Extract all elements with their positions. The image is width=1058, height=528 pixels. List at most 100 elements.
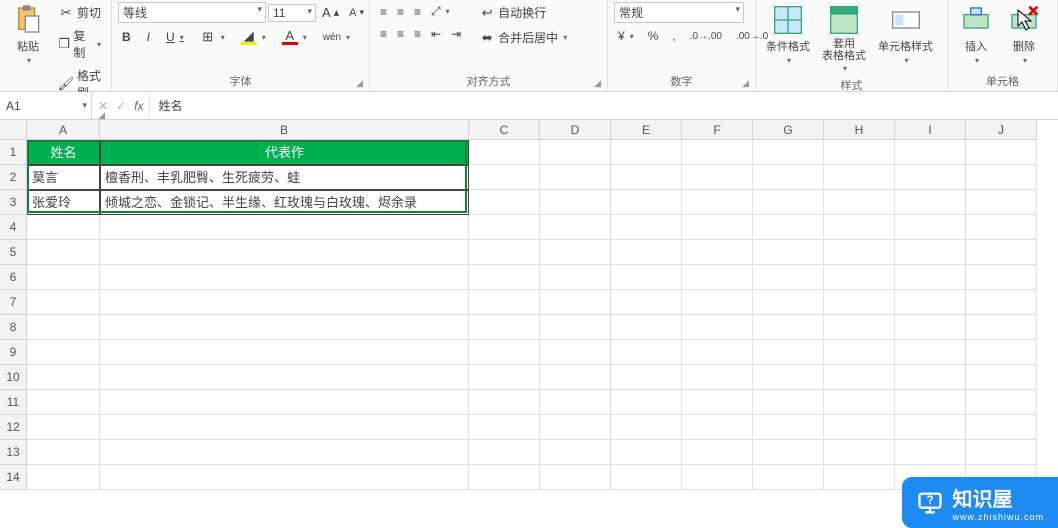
column-header[interactable]: F xyxy=(682,120,753,140)
cell[interactable] xyxy=(27,290,100,315)
cell[interactable] xyxy=(824,165,895,190)
cell-styles-button[interactable]: 单元格样式▾ xyxy=(874,2,937,67)
column-header[interactable]: B xyxy=(100,120,469,140)
cell[interactable] xyxy=(27,215,100,240)
cell[interactable] xyxy=(611,390,682,415)
row-header[interactable]: 8 xyxy=(0,315,27,340)
wrap-text-button[interactable]: ↩自动换行 xyxy=(475,2,571,23)
cell[interactable] xyxy=(895,365,966,390)
cell[interactable] xyxy=(100,340,469,365)
cell[interactable] xyxy=(966,290,1037,315)
cell[interactable] xyxy=(753,215,824,240)
conditional-format-button[interactable]: 条件格式▾ xyxy=(762,2,814,67)
align-middle-button[interactable]: ≡ xyxy=(393,3,408,21)
cell[interactable] xyxy=(27,390,100,415)
column-header[interactable]: A xyxy=(27,120,100,140)
cell[interactable] xyxy=(966,390,1037,415)
cell[interactable] xyxy=(824,415,895,440)
cell[interactable] xyxy=(895,440,966,465)
cell[interactable] xyxy=(966,365,1037,390)
row-header[interactable]: 2 xyxy=(0,165,27,190)
cell[interactable] xyxy=(611,165,682,190)
cell[interactable] xyxy=(100,390,469,415)
cell[interactable] xyxy=(540,165,611,190)
cell[interactable] xyxy=(753,415,824,440)
cell[interactable]: 檀香刑、丰乳肥臀、生死疲劳、蛙 xyxy=(100,165,469,190)
cell[interactable] xyxy=(27,240,100,265)
cell[interactable] xyxy=(824,340,895,365)
cell[interactable] xyxy=(966,140,1037,165)
cell[interactable] xyxy=(611,290,682,315)
insert-button[interactable]: 插入▾ xyxy=(954,2,998,67)
cell[interactable] xyxy=(540,140,611,165)
name-box[interactable]: A1 xyxy=(0,92,92,119)
cell[interactable] xyxy=(469,340,540,365)
cell[interactable] xyxy=(824,240,895,265)
cell[interactable] xyxy=(966,265,1037,290)
column-header[interactable]: D xyxy=(540,120,611,140)
phonetic-button[interactable]: wén▾ xyxy=(319,30,354,45)
cell[interactable] xyxy=(895,390,966,415)
row-header[interactable]: 10 xyxy=(0,365,27,390)
cell[interactable] xyxy=(100,290,469,315)
cell[interactable]: 代表作 xyxy=(100,140,469,165)
cell[interactable] xyxy=(100,415,469,440)
cell[interactable] xyxy=(895,415,966,440)
cell[interactable] xyxy=(895,240,966,265)
merge-center-button[interactable]: ⬌合并后居中▾ xyxy=(475,27,571,48)
cell[interactable] xyxy=(824,290,895,315)
cell[interactable] xyxy=(966,315,1037,340)
comma-button[interactable]: , xyxy=(668,27,679,45)
cell[interactable] xyxy=(895,165,966,190)
cell[interactable] xyxy=(100,240,469,265)
cell[interactable] xyxy=(611,365,682,390)
cell[interactable] xyxy=(100,265,469,290)
cell[interactable] xyxy=(540,340,611,365)
cell[interactable] xyxy=(824,365,895,390)
cell[interactable] xyxy=(895,290,966,315)
row-header[interactable]: 14 xyxy=(0,465,27,490)
cell[interactable] xyxy=(100,440,469,465)
cell[interactable] xyxy=(753,365,824,390)
font-size-select[interactable]: 11 xyxy=(268,4,316,22)
row-header[interactable]: 9 xyxy=(0,340,27,365)
cell[interactable] xyxy=(753,315,824,340)
delete-button[interactable]: 删除▾ xyxy=(1002,2,1046,67)
cell[interactable] xyxy=(469,215,540,240)
cell[interactable] xyxy=(682,265,753,290)
cell[interactable] xyxy=(895,340,966,365)
dialog-launcher-icon[interactable]: ◢ xyxy=(356,78,363,89)
cell[interactable]: 姓名 xyxy=(27,140,100,165)
cell[interactable] xyxy=(753,440,824,465)
cell[interactable] xyxy=(895,315,966,340)
cell[interactable] xyxy=(682,340,753,365)
cell[interactable] xyxy=(753,465,824,490)
cell[interactable] xyxy=(682,290,753,315)
decrease-font-button[interactable]: A▾ xyxy=(345,5,368,21)
cell[interactable] xyxy=(824,190,895,215)
cell[interactable] xyxy=(824,440,895,465)
cell[interactable] xyxy=(611,265,682,290)
cell[interactable] xyxy=(682,365,753,390)
cell[interactable] xyxy=(27,415,100,440)
cell[interactable] xyxy=(753,240,824,265)
column-header[interactable]: G xyxy=(753,120,824,140)
confirm-icon[interactable]: ✓ xyxy=(116,99,126,113)
cell[interactable] xyxy=(753,265,824,290)
cell[interactable] xyxy=(824,265,895,290)
cell[interactable] xyxy=(469,140,540,165)
cell[interactable] xyxy=(753,290,824,315)
cell[interactable] xyxy=(611,140,682,165)
row-header[interactable]: 3 xyxy=(0,190,27,215)
cell[interactable] xyxy=(895,215,966,240)
fx-icon[interactable]: fx xyxy=(134,99,143,113)
cell[interactable] xyxy=(27,465,100,490)
cell[interactable] xyxy=(753,340,824,365)
row-header[interactable]: 1 xyxy=(0,140,27,165)
cell[interactable] xyxy=(469,415,540,440)
cell[interactable] xyxy=(469,390,540,415)
cell[interactable] xyxy=(611,340,682,365)
column-header[interactable]: H xyxy=(824,120,895,140)
percent-button[interactable]: % xyxy=(644,27,663,45)
number-format-select[interactable]: 常规 xyxy=(614,2,744,23)
